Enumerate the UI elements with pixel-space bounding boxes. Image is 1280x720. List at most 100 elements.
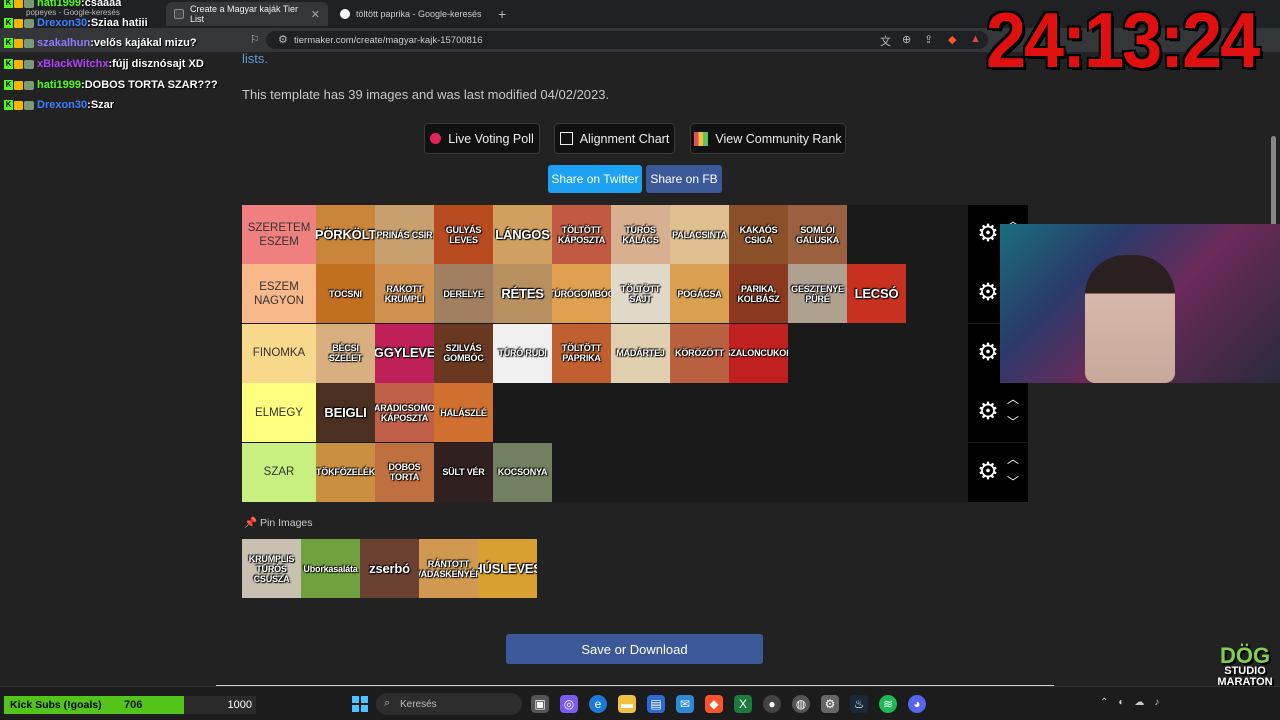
chat-username[interactable]: hati1999 (37, 0, 81, 9)
lists-link[interactable]: lists. (242, 51, 268, 66)
tier-image[interactable]: KÖRÖZÖTT (670, 323, 729, 383)
translate-icon[interactable]: 文 (880, 33, 891, 49)
close-tab-icon[interactable]: ✕ (311, 8, 320, 21)
tier-image[interactable]: HALÁSZLÉ (434, 383, 493, 443)
chat-message: Khati1999: csaaaa (4, 0, 121, 12)
tier-image[interactable]: TOCSNI (316, 264, 375, 324)
tier-image[interactable]: GESZTENYE PÜRÉ (788, 264, 847, 324)
alignment-chart-button[interactable]: Alignment Chart (554, 123, 675, 154)
chevron-down-icon[interactable]: ﹀ (1004, 475, 1022, 489)
tier-label[interactable]: SZAR (242, 442, 316, 502)
tier-image[interactable]: PÖRKÖLT (316, 205, 375, 264)
tab-tiermaker[interactable]: Create a Magyar kaják Tier List ✕ (166, 2, 328, 26)
tier-image[interactable]: Uborkasaláta (301, 539, 360, 598)
save-or-download-button[interactable]: Save or Download (506, 634, 763, 664)
tier-image[interactable]: TÖLTÖTT SAJT (611, 264, 670, 324)
tier-image[interactable]: LECSÓ (847, 264, 906, 324)
zoom-icon[interactable]: ⊕ (902, 33, 911, 46)
gear-icon[interactable]: ⚙ (973, 338, 1003, 368)
tier-image[interactable]: BEIGLI (316, 383, 375, 443)
taskbar-search-box[interactable]: ⌕ Keresés (376, 693, 522, 715)
view-community-rank-button[interactable]: View Community Rank (690, 123, 846, 154)
excel-icon[interactable]: X (734, 695, 752, 713)
tier-image[interactable]: DOBOS TORTA (375, 442, 434, 502)
tier-image[interactable]: MADÁRTEJ (611, 323, 670, 383)
tier-image[interactable]: PARADICSOMOS KÁPOSZTA (375, 383, 434, 443)
chat-message: Khati1999: DOBOS TORTA SZAR??? (4, 76, 218, 94)
edge-icon[interactable]: e (589, 695, 607, 713)
brave-shield-icon[interactable]: ◆ (948, 33, 956, 46)
share-twitter-button[interactable]: Share on Twitter (548, 165, 642, 193)
tier-image[interactable]: RÁNTOTT VADASKENYÉR (419, 539, 478, 598)
tier-image[interactable]: DERELYE (434, 264, 493, 324)
chevron-down-icon[interactable]: ﹀ (1004, 415, 1022, 429)
tier-image[interactable]: BÉCSI SZELET (316, 323, 375, 383)
tier-image[interactable]: RAKOTT KRUMPLI (375, 264, 434, 324)
tier-image[interactable]: zserbó (360, 539, 419, 598)
tier-image[interactable]: SOMLÓI GALUSKA (788, 205, 847, 264)
chat-username[interactable]: xBlackWitchx (37, 58, 108, 70)
chat-username[interactable]: Drexon30 (37, 99, 87, 111)
tier-image[interactable]: PRINÁS CSIR (375, 205, 434, 264)
chat-username[interactable]: szakalhun (37, 37, 90, 49)
store-icon[interactable]: ▤ (647, 695, 665, 713)
tier-image[interactable]: GULYÁS LEVES (434, 205, 493, 264)
tier-image[interactable]: SZALONCUKOR (729, 323, 788, 383)
share-fb-button[interactable]: Share on FB (646, 165, 722, 193)
tier-image[interactable]: TÚRÓS KALÁCS (611, 205, 670, 264)
tier-image[interactable]: KAKAÓS CSIGA (729, 205, 788, 264)
copilot-icon[interactable]: ◎ (560, 695, 578, 713)
bookmark-icon[interactable]: ⚐ (250, 33, 260, 46)
tier-image[interactable]: TÚRÓ RUDI (493, 323, 552, 383)
tier-image[interactable]: TÖLTÖTT PAPRIKA (552, 323, 611, 383)
tier-image[interactable]: KOCSONYA (493, 442, 552, 502)
pin-label-text: Pin Images (260, 517, 313, 529)
tab-google-search[interactable]: töltött paprika - Google-keresés (332, 2, 492, 26)
tier-image-label: TOCSNI (329, 288, 362, 299)
tier-image[interactable]: SZILVÁS GOMBÓC (434, 323, 493, 383)
tier-image[interactable]: KRUMPLIS TÚRÓS CSUSZA (242, 539, 301, 598)
gear-icon[interactable]: ⚙ (973, 278, 1003, 308)
discord-icon[interactable]: ◕ (908, 695, 926, 713)
app-icon[interactable]: ◍ (792, 695, 810, 713)
file-explorer-icon[interactable]: ▬ (618, 695, 636, 713)
mail-icon[interactable]: ✉ (676, 695, 694, 713)
rewards-icon[interactable]: ▲ (970, 33, 981, 45)
task-view-icon[interactable]: ▣ (531, 695, 549, 713)
live-voting-poll-button[interactable]: Live Voting Poll (424, 123, 540, 154)
gear-icon[interactable]: ⚙ (973, 219, 1003, 249)
site-info-icon[interactable]: ⚙ (278, 33, 288, 46)
tier-image[interactable]: PARIKA, KOLBÁSZ (729, 264, 788, 324)
brave-icon[interactable]: ◆ (705, 695, 723, 713)
tier-image[interactable]: POGÁCSA (670, 264, 729, 324)
tier-image[interactable]: TÖLTÖTT KÁPOSZTA (552, 205, 611, 264)
tier-label[interactable]: FINOMKA (242, 323, 316, 383)
system-tray-icons[interactable]: ⌃◐☁♪ (1100, 697, 1169, 708)
share-icon[interactable]: ⇪ (924, 33, 933, 46)
tier-image[interactable]: HÚSLEVES (478, 539, 537, 598)
vertical-scrollbar[interactable] (1271, 136, 1276, 228)
chat-username[interactable]: Drexon30 (37, 17, 87, 29)
tier-label[interactable]: ELMEGY (242, 383, 316, 443)
tier-label[interactable]: SZERETEM ESZEM (242, 205, 316, 264)
tier-image[interactable]: TÚRÓGOMBÓC (552, 264, 611, 324)
settings-icon[interactable]: ⚙ (821, 695, 839, 713)
tier-image[interactable]: LÁNGOS (493, 205, 552, 264)
gear-icon[interactable]: ⚙ (973, 397, 1003, 427)
spotify-icon[interactable]: ≋ (879, 695, 897, 713)
tier-image[interactable]: SÜLT VÉR (434, 442, 493, 502)
tier-image[interactable]: RÉTES (493, 264, 552, 324)
obs-icon[interactable]: ● (763, 695, 781, 713)
chat-username[interactable]: hati1999 (37, 79, 81, 91)
tier-image[interactable]: TÖKFÖZELÉK (316, 442, 375, 502)
tier-image[interactable]: EGGYLEVES (375, 323, 434, 383)
steam-icon[interactable]: ♨ (850, 695, 868, 713)
tier-label[interactable]: ESZEM NAGYON (242, 264, 316, 324)
windows-start-icon[interactable] (352, 696, 368, 712)
new-tab-icon[interactable]: + (498, 6, 506, 22)
tier-image[interactable]: PALACSINTA (670, 205, 729, 264)
pin-images-label[interactable]: 📌 Pin Images (244, 516, 313, 529)
chevron-up-icon[interactable]: ︿ (1004, 452, 1022, 466)
chevron-up-icon[interactable]: ︿ (1004, 392, 1022, 406)
gear-icon[interactable]: ⚙ (973, 457, 1003, 487)
